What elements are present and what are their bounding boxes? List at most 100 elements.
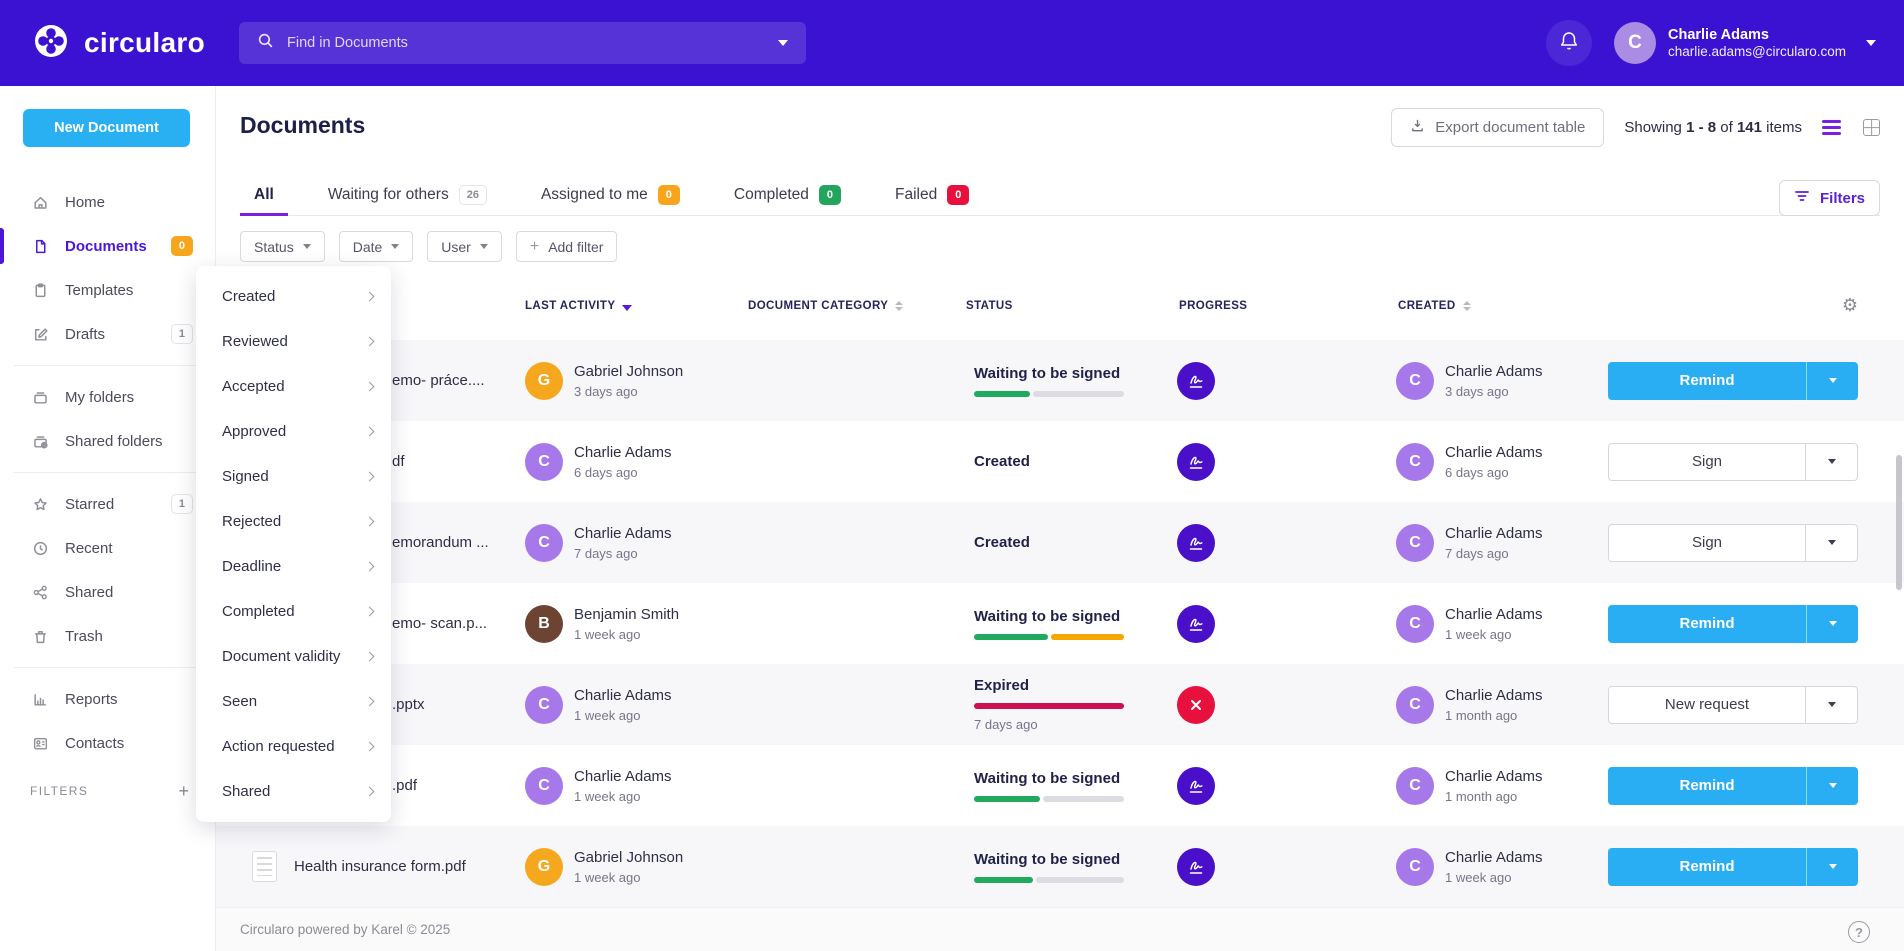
table-row[interactable]: Health insurance form.pdfGGabriel Johnso… [216, 826, 1904, 907]
report-icon [30, 691, 50, 708]
remind-button[interactable]: Remind [1608, 848, 1806, 886]
sidebar-item-label: My folders [65, 389, 134, 406]
filters-button-label: Filters [1820, 190, 1865, 207]
sidebar-item-reports[interactable]: Reports [0, 677, 215, 721]
global-search-input[interactable]: Find in Documents [239, 22, 806, 64]
row-action: Remind [1608, 605, 1858, 643]
chevron-right-icon [365, 292, 375, 302]
help-button[interactable]: ? [1848, 921, 1870, 943]
new-document-button[interactable]: New Document [23, 109, 190, 147]
grid-view-icon[interactable] [1863, 119, 1880, 136]
menu-item-label: Deadline [222, 558, 281, 575]
tab-failed[interactable]: Failed0 [881, 174, 983, 215]
action-dropdown-caret[interactable] [1805, 525, 1857, 561]
sidebar-item-shared[interactable]: Shared [0, 570, 215, 614]
status-menu-item-reviewed[interactable]: Reviewed [196, 319, 391, 364]
user-avatar: C [1614, 22, 1656, 64]
add-filter-chip[interactable]: +Add filter [516, 231, 618, 262]
table-row[interactable]: .pptxCCharlie Adams1 week agoExpired7 da… [216, 664, 1904, 745]
tab-badge: 0 [658, 185, 680, 205]
sidebar-item-documents[interactable]: Documents0 [0, 224, 215, 268]
filter-chip-user[interactable]: User [427, 231, 502, 262]
sidebar-item-trash[interactable]: Trash [0, 614, 215, 658]
filter-chip-status[interactable]: Status [240, 231, 325, 262]
status-menu-item-deadline[interactable]: Deadline [196, 544, 391, 589]
new-request-button[interactable]: New request [1609, 687, 1805, 723]
person-name: Gabriel Johnson [574, 363, 683, 380]
user-menu[interactable]: C Charlie Adams charlie.adams@circularo.… [1614, 22, 1876, 64]
filter-chip-date[interactable]: Date [339, 231, 414, 262]
status-menu-item-action-requested[interactable]: Action requested [196, 724, 391, 769]
tab-label: Completed [734, 186, 809, 204]
sidebar-item-recent[interactable]: Recent [0, 526, 215, 570]
table-row[interactable]: emo- scan.p...BBenjamin Smith1 week agoW… [216, 583, 1904, 664]
progress-bar-segment [974, 391, 1030, 397]
table-row[interactable]: dfCCharlie Adams6 days agoCreatedCCharli… [216, 421, 1904, 502]
sidebar-item-drafts[interactable]: Drafts1 [0, 312, 215, 356]
status-menu-item-rejected[interactable]: Rejected [196, 499, 391, 544]
signature-icon [1177, 443, 1215, 481]
status-menu-item-created[interactable]: Created [196, 274, 391, 319]
sidebar-item-my-folders[interactable]: My folders [0, 375, 215, 419]
avatar: C [1396, 443, 1434, 481]
status-menu-item-signed[interactable]: Signed [196, 454, 391, 499]
progress-bar-segment [1051, 634, 1125, 640]
status-menu-item-document-validity[interactable]: Document validity [196, 634, 391, 679]
status-menu-item-completed[interactable]: Completed [196, 589, 391, 634]
avatar: C [525, 524, 563, 562]
list-view-icon[interactable] [1822, 120, 1841, 135]
sidebar-item-home[interactable]: Home [0, 180, 215, 224]
column-header-progress[interactable]: PROGRESS [1179, 286, 1247, 326]
column-header-last-activity[interactable]: LAST ACTIVITY [525, 286, 632, 326]
export-document-table-button[interactable]: Export document table [1391, 108, 1604, 147]
tab-waiting-for-others[interactable]: Waiting for others26 [314, 174, 501, 215]
action-dropdown-caret[interactable] [1806, 605, 1858, 643]
add-filter-label: Add filter [548, 239, 603, 255]
person-info: Gabriel Johnson1 week ago [574, 849, 683, 885]
action-dropdown-caret[interactable] [1806, 362, 1858, 400]
chevron-right-icon [365, 562, 375, 572]
action-dropdown-caret[interactable] [1805, 687, 1857, 723]
status-menu-item-shared[interactable]: Shared [196, 769, 391, 814]
chevron-down-icon [391, 244, 399, 249]
remind-button[interactable]: Remind [1608, 362, 1806, 400]
column-header-document-category[interactable]: DOCUMENT CATEGORY [748, 286, 903, 326]
column-header-created[interactable]: CREATED [1398, 286, 1471, 326]
vertical-scrollbar[interactable] [1896, 455, 1902, 590]
status-text: Waiting to be signed [974, 770, 1124, 787]
filters-button[interactable]: Filters [1779, 180, 1880, 216]
main-content: Documents Export document table Showing … [216, 86, 1904, 951]
remind-button[interactable]: Remind [1608, 605, 1806, 643]
progress-bar [974, 391, 1124, 397]
sign-button[interactable]: Sign [1609, 444, 1805, 480]
tab-assigned-to-me[interactable]: Assigned to me0 [527, 174, 694, 215]
status-menu-item-accepted[interactable]: Accepted [196, 364, 391, 409]
remind-button[interactable]: Remind [1608, 767, 1806, 805]
search-scope-caret-icon[interactable] [778, 40, 788, 46]
sign-button[interactable]: Sign [1609, 525, 1805, 561]
document-name-cell: emorandum ... [392, 502, 489, 583]
action-dropdown-caret[interactable] [1806, 848, 1858, 886]
add-sidebar-filter-button[interactable]: + [178, 782, 189, 800]
table-row[interactable]: emo- práce....GGabriel Johnson3 days ago… [216, 340, 1904, 421]
tab-all[interactable]: All [240, 174, 288, 215]
person-name: Gabriel Johnson [574, 849, 683, 866]
sidebar-item-templates[interactable]: Templates [0, 268, 215, 312]
action-dropdown-caret[interactable] [1805, 444, 1857, 480]
sidebar-item-contacts[interactable]: Contacts [0, 721, 215, 765]
table-row[interactable]: emorandum ...CCharlie Adams7 days agoCre… [216, 502, 1904, 583]
sidebar-item-shared-folders[interactable]: Shared folders [0, 419, 215, 463]
user-email: charlie.adams@circularo.com [1668, 44, 1846, 61]
table-row[interactable]: .pdfCCharlie Adams1 week agoWaiting to b… [216, 745, 1904, 826]
status-text: Waiting to be signed [974, 365, 1124, 382]
table-settings-gear-icon[interactable]: ⚙ [1842, 295, 1858, 316]
column-header-status[interactable]: STATUS [966, 286, 1013, 326]
sidebar-item-badge: 0 [171, 236, 193, 256]
tab-completed[interactable]: Completed0 [720, 174, 855, 215]
time-ago: 1 week ago [1445, 627, 1543, 642]
status-menu-item-seen[interactable]: Seen [196, 679, 391, 724]
action-dropdown-caret[interactable] [1806, 767, 1858, 805]
status-menu-item-approved[interactable]: Approved [196, 409, 391, 454]
notifications-button[interactable] [1546, 20, 1592, 66]
sidebar-item-starred[interactable]: Starred1 [0, 482, 215, 526]
